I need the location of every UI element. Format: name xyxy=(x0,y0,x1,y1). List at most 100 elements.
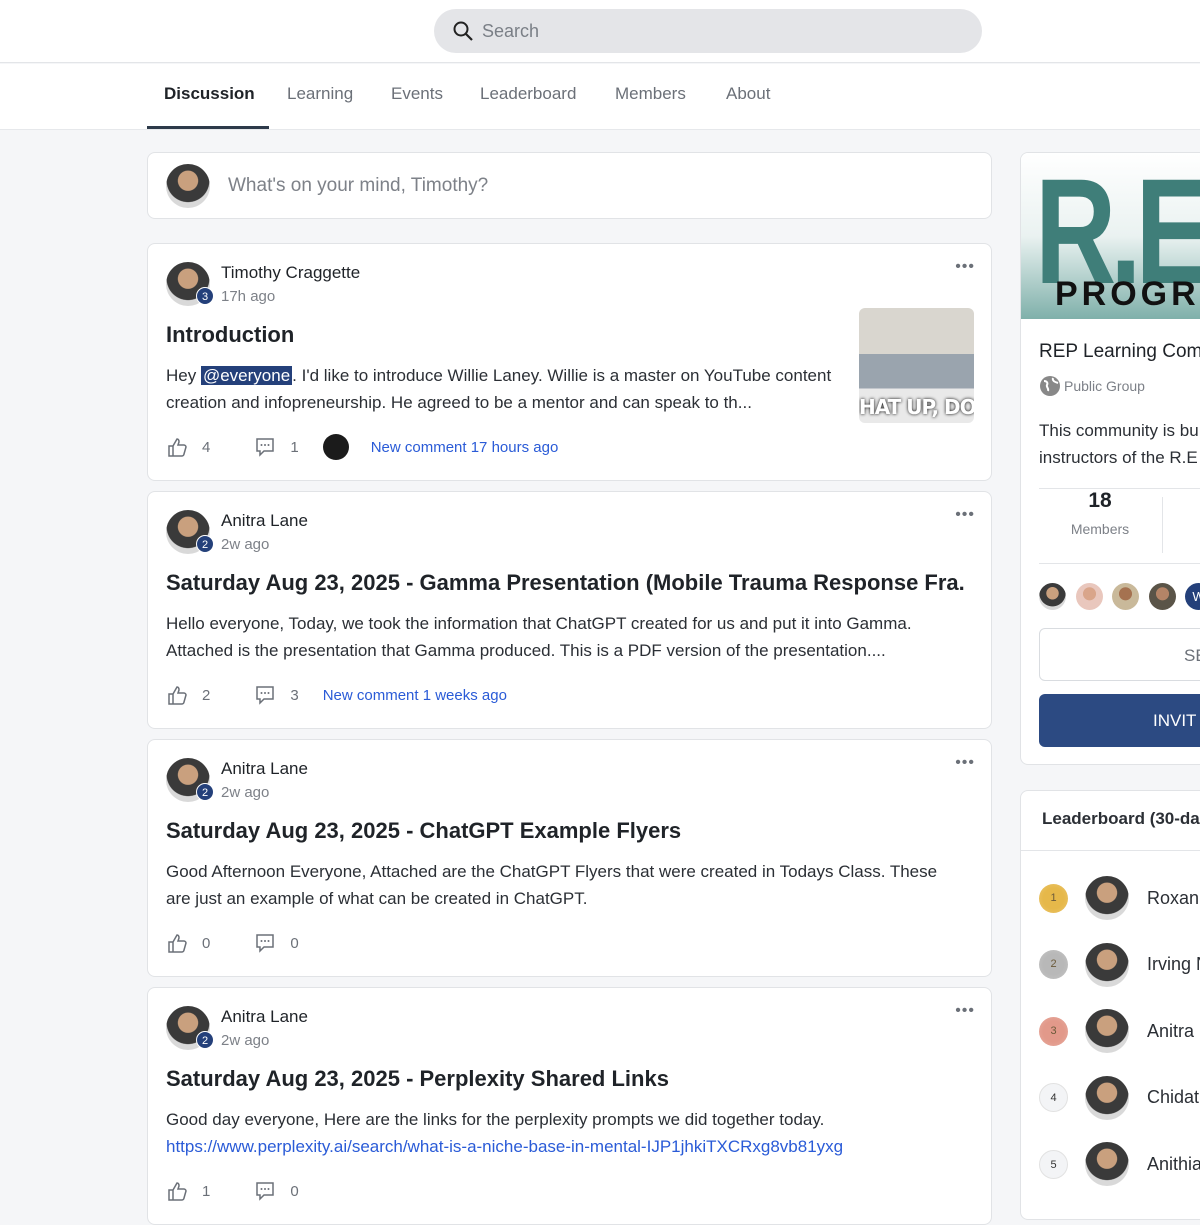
member-name[interactable]: Roxann xyxy=(1147,888,1200,909)
thumbs-up-icon[interactable] xyxy=(166,1180,188,1202)
comment-count: 1 xyxy=(290,438,299,456)
desc-line: instructors of the R.E xyxy=(1039,448,1198,467)
comment-icon[interactable] xyxy=(254,436,276,458)
post-thumbnail[interactable]: HAT UP, DOG xyxy=(859,308,974,423)
level-badge: 2 xyxy=(196,783,214,801)
thumbs-up-icon[interactable] xyxy=(166,436,188,458)
comment-count: 0 xyxy=(290,1182,299,1200)
leaderboard-row[interactable]: 1 Roxann xyxy=(1039,876,1200,920)
member-name[interactable]: Anithia xyxy=(1147,1154,1200,1175)
tab-events[interactable]: Events xyxy=(391,84,443,104)
search-icon xyxy=(453,21,473,41)
new-comment-link[interactable]: New comment 1 weeks ago xyxy=(323,687,507,704)
tab-members[interactable]: Members xyxy=(615,84,686,104)
level-badge: 2 xyxy=(196,1031,214,1049)
comment-count: 0 xyxy=(290,934,299,952)
leaderboard-row[interactable]: 5 Anithia xyxy=(1039,1142,1200,1186)
member-avatar[interactable] xyxy=(1112,583,1139,610)
leaderboard-card: Leaderboard (30-da 1 Roxann 2 Irving N 3 Anit… xyxy=(1020,790,1200,1220)
thumbnail-caption: HAT UP, DOG xyxy=(859,395,974,419)
comment-count: 3 xyxy=(290,686,299,704)
tab-discussion[interactable]: Discussion xyxy=(164,84,255,104)
more-options-icon[interactable]: ••• xyxy=(955,506,975,524)
post-card[interactable]: 2 Anitra Lane 2w ago ••• Saturday Aug 23… xyxy=(147,491,992,729)
post-footer: 10 xyxy=(166,1178,323,1204)
post-text: Good day everyone, Here are the links fo… xyxy=(166,1110,825,1129)
author-name[interactable]: Timothy Craggette xyxy=(221,263,360,283)
like-count: 2 xyxy=(202,686,211,704)
search-placeholder: Search xyxy=(482,20,540,41)
divider xyxy=(1039,563,1200,564)
member-name[interactable]: Irving N xyxy=(1147,954,1200,975)
members-count: 18 xyxy=(1088,489,1112,512)
new-comment-link[interactable]: New comment 17 hours ago xyxy=(371,439,559,456)
post-footer: 2 3 New comment 1 weeks ago xyxy=(166,682,507,708)
post-time: 2w ago xyxy=(221,1032,270,1049)
post-text: Good Afternoon Everyone, Attached are th… xyxy=(166,862,938,908)
group-description: This community is bu instructors of the R… xyxy=(1039,417,1199,471)
post-footer: 00 xyxy=(166,930,323,956)
leaderboard-row[interactable]: 2 Irving N xyxy=(1039,942,1200,987)
invite-button[interactable]: INVIT xyxy=(1039,694,1200,747)
post-title[interactable]: Saturday Aug 23, 2025 - ChatGPT Example … xyxy=(166,818,681,844)
tab-leaderboard[interactable]: Leaderboard xyxy=(480,84,576,104)
member-avatar[interactable] xyxy=(1039,583,1066,610)
post-time: 2w ago xyxy=(221,784,270,801)
post-composer[interactable]: What's on your mind, Timothy? xyxy=(147,152,992,219)
post-body: Hello everyone, Today, we took the infor… xyxy=(166,610,961,664)
tab-about[interactable]: About xyxy=(726,84,770,104)
leaderboard-row[interactable]: 4 Chidat xyxy=(1039,1075,1199,1120)
level-badge: 3 xyxy=(196,287,214,305)
member-name[interactable]: Chidat xyxy=(1147,1087,1199,1108)
member-avatar-initial[interactable]: W xyxy=(1185,583,1200,610)
comment-icon[interactable] xyxy=(254,932,276,954)
desc-line: This community is bu xyxy=(1039,421,1199,440)
thumbs-up-icon[interactable] xyxy=(166,684,188,706)
post-title[interactable]: Saturday Aug 23, 2025 - Gamma Presentati… xyxy=(166,570,966,596)
more-options-icon[interactable]: ••• xyxy=(955,258,975,276)
author-name[interactable]: Anitra Lane xyxy=(221,759,308,779)
avatar xyxy=(1085,1075,1129,1120)
member-avatar[interactable] xyxy=(1076,583,1103,610)
post-card[interactable]: 2 Anitra Lane 2w ago ••• Saturday Aug 23… xyxy=(147,739,992,977)
see-all-button[interactable]: SE xyxy=(1039,628,1200,681)
composer-placeholder: What's on your mind, Timothy? xyxy=(228,174,489,196)
members-stat[interactable]: 18 Members xyxy=(1039,489,1161,537)
member-name[interactable]: Anitra l xyxy=(1147,1021,1200,1042)
avatar xyxy=(1085,942,1129,987)
author-name[interactable]: Anitra Lane xyxy=(221,1007,308,1027)
avatar xyxy=(1085,1009,1129,1053)
post-title[interactable]: Saturday Aug 23, 2025 - Perplexity Share… xyxy=(166,1066,669,1092)
group-info-card: R.E. PROGRA REP Learning Com Public Grou… xyxy=(1020,152,1200,765)
globe-icon xyxy=(1040,376,1060,396)
tab-learning[interactable]: Learning xyxy=(287,84,353,104)
banner-subtext: PROGRA xyxy=(1055,275,1200,313)
like-count: 1 xyxy=(202,1182,211,1200)
leaderboard-row[interactable]: 3 Anitra l xyxy=(1039,1009,1200,1053)
commenter-avatar xyxy=(322,434,349,460)
rank-badge: 5 xyxy=(1039,1149,1068,1179)
rank-badge: 1 xyxy=(1039,883,1068,913)
more-options-icon[interactable]: ••• xyxy=(955,1002,975,1020)
post-link[interactable]: https://www.perplexity.ai/search/what-is… xyxy=(166,1137,843,1156)
post-body: Good Afternoon Everyone, Attached are th… xyxy=(166,858,961,912)
author-name[interactable]: Anitra Lane xyxy=(221,511,308,531)
group-type: Public Group xyxy=(1039,375,1145,397)
group-name: REP Learning Com xyxy=(1039,341,1200,362)
mention-tag[interactable]: @everyone xyxy=(200,366,293,385)
member-avatar[interactable] xyxy=(1149,583,1176,610)
rank-badge: 3 xyxy=(1039,1016,1068,1046)
avatar xyxy=(1085,876,1129,920)
comment-icon[interactable] xyxy=(254,1180,276,1202)
post-title[interactable]: Introduction xyxy=(166,322,294,348)
post-text: Hello everyone, Today, we took the infor… xyxy=(166,614,912,660)
comment-icon[interactable] xyxy=(254,684,276,706)
post-body: Hey @everyone. I'd like to introduce Wil… xyxy=(166,362,846,416)
post-body: Good day everyone, Here are the links fo… xyxy=(166,1106,961,1160)
post-card[interactable]: 2 Anitra Lane 2w ago ••• Saturday Aug 23… xyxy=(147,987,992,1225)
thumbs-up-icon[interactable] xyxy=(166,932,188,954)
more-options-icon[interactable]: ••• xyxy=(955,754,975,772)
post-time: 2w ago xyxy=(221,536,270,553)
search-input[interactable]: Search xyxy=(434,9,982,53)
post-card[interactable]: 3 Timothy Craggette 17h ago ••• Introduc… xyxy=(147,243,992,481)
